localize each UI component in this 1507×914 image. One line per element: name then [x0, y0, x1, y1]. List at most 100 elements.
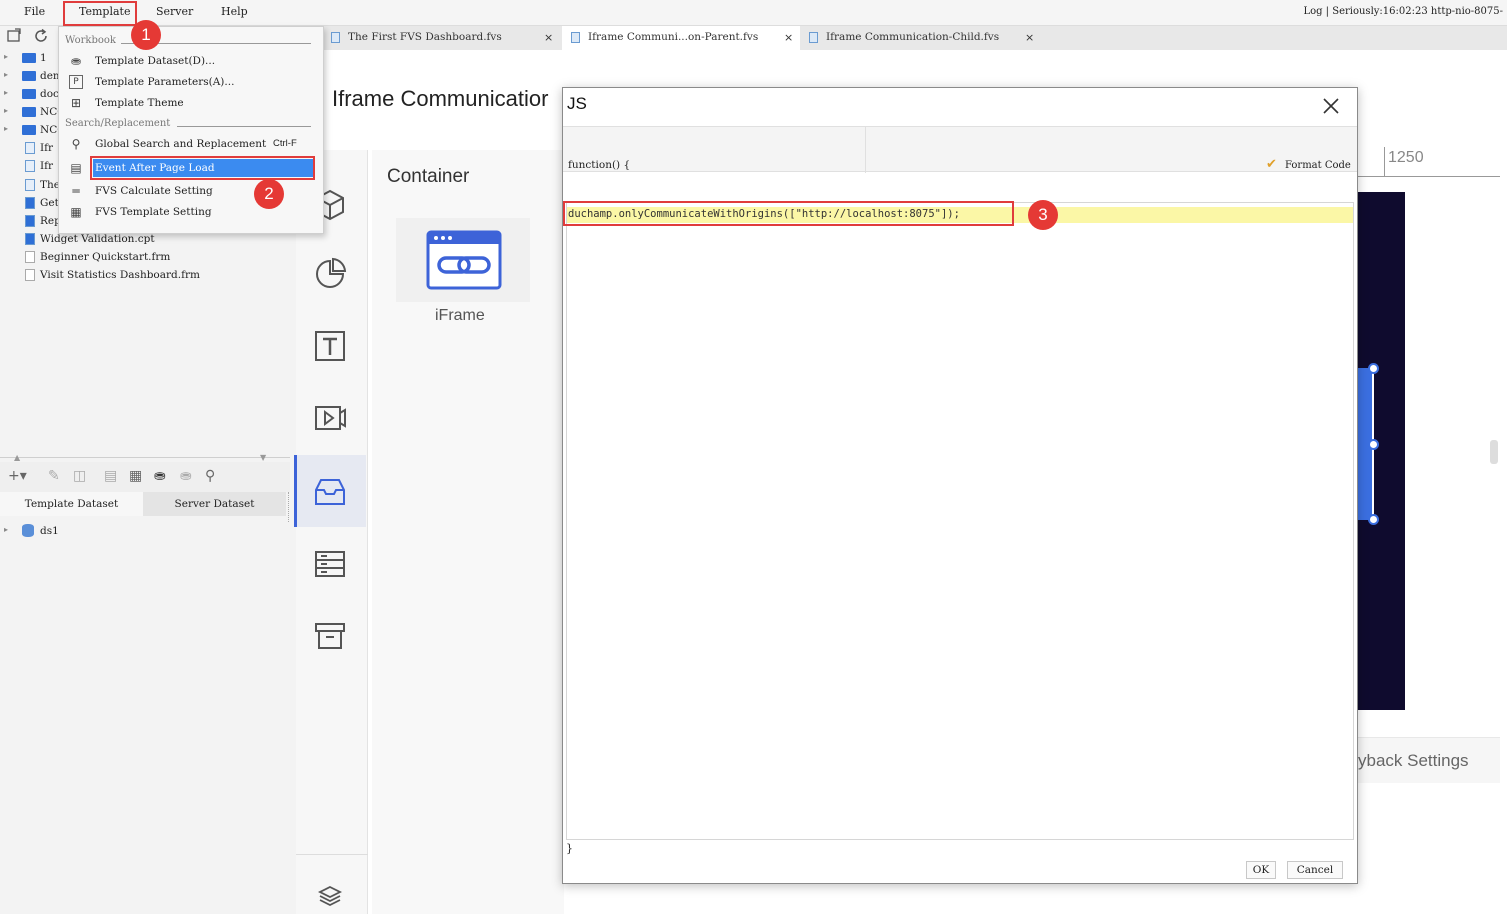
- resize-knob[interactable]: [1368, 514, 1379, 525]
- tree-item[interactable]: ▸ 1: [0, 49, 60, 67]
- tab-iframe-parent[interactable]: Iframe Communi...on-Parent.fvs ×: [562, 26, 800, 50]
- archive-icon[interactable]: [312, 618, 348, 654]
- menu-item-template-parameters[interactable]: P Template Parameters(A)...: [59, 72, 323, 92]
- report-icon: [25, 233, 35, 245]
- search-icon[interactable]: ⚲: [205, 468, 215, 484]
- dataset-edit-icon[interactable]: ▦: [129, 468, 142, 484]
- close-tab-icon[interactable]: ×: [544, 31, 553, 44]
- close-tab-icon[interactable]: ×: [1025, 31, 1034, 44]
- template-menu-dropdown: Workbook ⛂ Template Dataset(D)... P Temp…: [58, 26, 324, 234]
- form-file-icon: [25, 269, 35, 281]
- component-sidebar: [294, 150, 368, 914]
- folder-icon: [22, 53, 36, 63]
- dataset-toolbar: [0, 462, 290, 492]
- callout-box-event-after-load: [90, 156, 315, 180]
- tab-iframe-child[interactable]: Iframe Communication-Child.fvs ×: [800, 26, 1040, 50]
- resize-knob[interactable]: [1368, 439, 1379, 450]
- database-refresh-icon[interactable]: ⛂: [180, 468, 192, 484]
- database-settings-icon[interactable]: ⛂: [154, 468, 166, 484]
- theme-grid-icon: ⊞: [70, 96, 82, 110]
- file-icon: [25, 160, 35, 172]
- container-tray-icon[interactable]: [312, 474, 348, 510]
- status-text: Log | Seriously:16:02:23 http-nio-8075-: [1303, 6, 1503, 17]
- playback-settings-row[interactable]: yback Settings: [1358, 737, 1500, 783]
- list-widget-icon[interactable]: [312, 546, 348, 582]
- preview-icon[interactable]: ▤: [104, 468, 117, 484]
- page-title: Iframe Communicatior: [332, 86, 549, 111]
- layers-icon[interactable]: [312, 884, 348, 908]
- video-icon[interactable]: [312, 400, 348, 436]
- folder-icon: [22, 89, 36, 99]
- document-icon: [331, 32, 340, 43]
- tree-item[interactable]: Get: [0, 194, 60, 212]
- edit-icon[interactable]: ✎: [48, 468, 60, 484]
- callout-badge-1: 1: [131, 20, 161, 50]
- ruler-label: 1250: [1388, 149, 1424, 166]
- tree-item[interactable]: ▸ NCO: [0, 121, 66, 139]
- tree-item[interactable]: ▸ doc: [0, 85, 60, 103]
- text-icon[interactable]: [312, 328, 348, 364]
- function-header: function() {: [568, 159, 631, 171]
- iframe-widget-card[interactable]: [396, 218, 530, 302]
- close-tab-icon[interactable]: ×: [784, 31, 793, 44]
- calculate-icon: ═: [72, 184, 80, 198]
- document-tabs: The First FVS Dashboard.fvs × Iframe Com…: [322, 26, 1507, 50]
- tab-server-dataset[interactable]: Server Dataset: [143, 492, 286, 516]
- cancel-button[interactable]: Cancel: [1287, 861, 1343, 879]
- close-icon[interactable]: [1321, 96, 1341, 116]
- tree-item[interactable]: ▸ dem: [0, 67, 63, 85]
- callout-badge-3: 3: [1028, 200, 1058, 230]
- tree-item[interactable]: Beginner Quickstart.frm: [0, 248, 260, 266]
- broom-icon: ✔: [1266, 157, 1277, 172]
- format-code-button[interactable]: Format Code: [1285, 160, 1351, 171]
- report-icon: [25, 215, 35, 227]
- code-editor[interactable]: duchamp.onlyCommunicateWithOrigins(["htt…: [566, 202, 1354, 840]
- tree-item[interactable]: Ifr: [0, 157, 60, 175]
- tree-item[interactable]: Ifr: [0, 139, 60, 157]
- pie-chart-icon[interactable]: [312, 256, 348, 292]
- database-icon: ⛂: [70, 54, 82, 68]
- section-search: Search/Replacement: [65, 118, 171, 129]
- menu-item-global-search[interactable]: ⚲ Global Search and Replacement Ctrl-F: [59, 134, 323, 154]
- dataset-item[interactable]: ▸ ds1: [0, 522, 120, 540]
- tree-item[interactable]: ▸ NCO: [0, 103, 66, 121]
- document-icon: [571, 32, 580, 43]
- callout-badge-2: 2: [254, 179, 284, 209]
- search-icon: ⚲: [71, 137, 81, 151]
- folder-icon: [22, 107, 36, 117]
- callout-box-code-line: [563, 201, 1014, 226]
- menu-server[interactable]: Server: [156, 5, 193, 18]
- playback-settings-label: yback Settings: [1358, 751, 1469, 770]
- tab-first-fvs-dashboard[interactable]: The First FVS Dashboard.fvs ×: [322, 26, 562, 50]
- divider: [177, 126, 311, 127]
- menu-item-template-theme[interactable]: ⊞ Template Theme: [59, 93, 323, 113]
- resize-handle[interactable]: [288, 492, 292, 522]
- menu-item-template-dataset[interactable]: ⛂ Template Dataset(D)...: [59, 51, 323, 71]
- new-window-icon[interactable]: [6, 28, 22, 44]
- menu-help[interactable]: Help: [221, 5, 248, 18]
- collapse-down-icon[interactable]: ▼: [260, 453, 266, 462]
- ok-button[interactable]: OK: [1246, 861, 1276, 879]
- resize-knob[interactable]: [1368, 363, 1379, 374]
- menu-file[interactable]: File: [24, 5, 45, 18]
- add-icon[interactable]: +▾: [8, 468, 27, 484]
- report-icon: [25, 197, 35, 209]
- menu-item-fvs-template-setting[interactable]: ▦ FVS Template Setting: [59, 202, 323, 222]
- section-workbook: Workbook: [65, 35, 116, 46]
- document-icon: [809, 32, 818, 43]
- tree-item[interactable]: Rep: [0, 212, 61, 230]
- divider: [296, 854, 368, 855]
- splitter[interactable]: [0, 457, 290, 458]
- tab-template-dataset[interactable]: Template Dataset: [0, 492, 143, 516]
- dataset-tabs: Template Dataset Server Dataset: [0, 492, 288, 516]
- tree-item[interactable]: The: [0, 176, 60, 194]
- shortcut-label: Ctrl-F: [273, 138, 297, 149]
- refresh-icon[interactable]: [33, 28, 49, 44]
- dialog-title: JS: [567, 94, 587, 113]
- callout-box-template-menu: [63, 1, 137, 26]
- tree-item[interactable]: Visit Statistics Dashboard.frm: [0, 266, 260, 284]
- iframe-label: iFrame: [435, 307, 485, 324]
- collapse-up-icon[interactable]: ▲: [14, 453, 20, 462]
- delete-icon[interactable]: ◫: [73, 468, 86, 484]
- scrollbar-thumb[interactable]: [1490, 440, 1498, 464]
